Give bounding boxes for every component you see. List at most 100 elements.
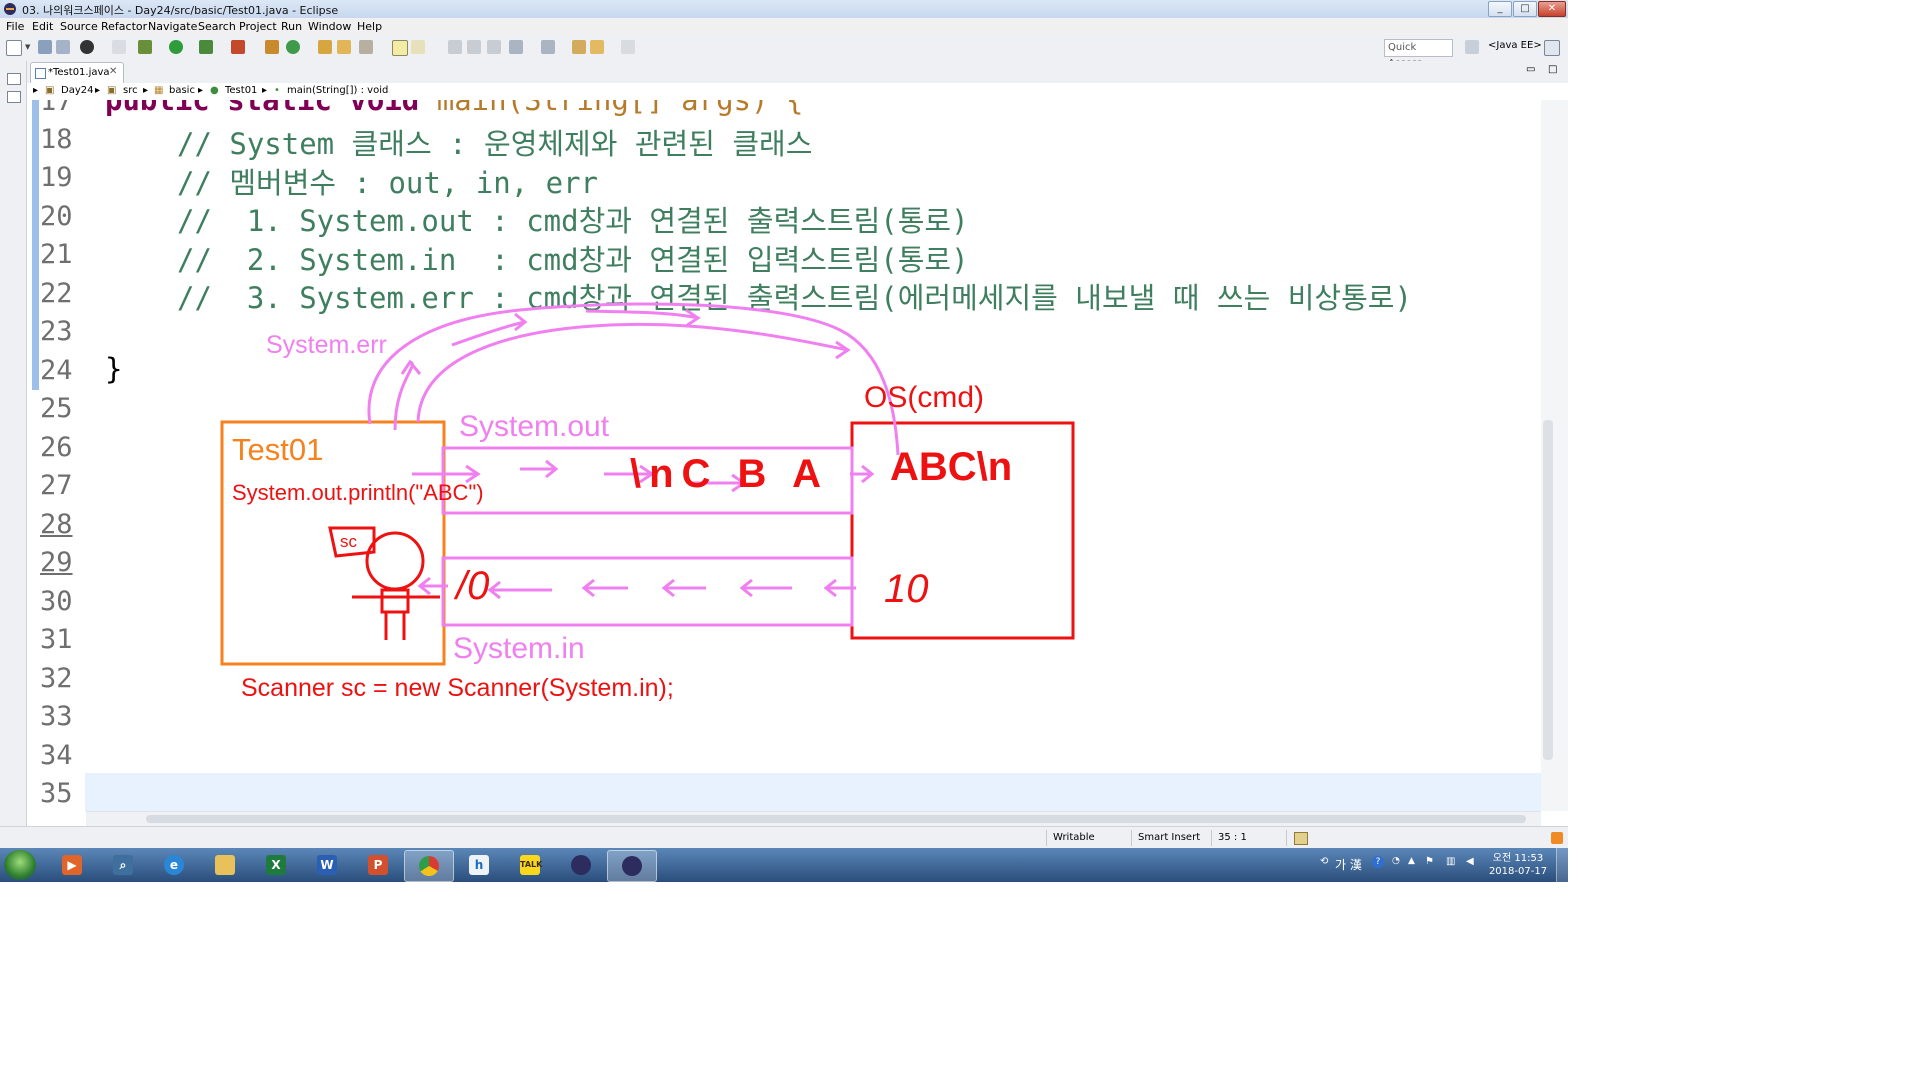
line-number: 20 xyxy=(40,201,73,232)
breadcrumb-main-method[interactable]: main(String[]) : void xyxy=(287,85,388,96)
help-icon[interactable]: ? xyxy=(1372,856,1384,868)
status-insert-mode[interactable]: Smart Insert xyxy=(1138,832,1200,843)
network-icon[interactable]: ▥ xyxy=(1446,856,1455,867)
horizontal-scrollbar[interactable] xyxy=(86,811,1541,826)
clock[interactable]: 오전 11:53 2018-07-17 xyxy=(1486,852,1550,878)
new-package-icon[interactable] xyxy=(265,40,279,54)
class-icon: ● xyxy=(210,85,219,96)
open-type-icon[interactable] xyxy=(318,40,332,54)
magnifier-app[interactable]: ⌕ xyxy=(99,850,147,880)
menu-source[interactable]: Source xyxy=(60,20,98,33)
chrome-app[interactable] xyxy=(404,850,454,882)
dropdown-arrow-icon[interactable]: ▼ xyxy=(25,43,30,51)
eclipse-app-2[interactable] xyxy=(607,850,657,882)
eclipse-icon xyxy=(4,3,16,15)
close-button[interactable]: ✕ xyxy=(1538,1,1566,17)
minimize-editor-icon[interactable]: ▭ xyxy=(1526,64,1535,75)
perspective-java-ee[interactable]: <Java EE> xyxy=(1488,40,1542,51)
line-number: 31 xyxy=(40,624,73,655)
internet-explorer-app[interactable]: e xyxy=(150,850,198,880)
close-tab-icon[interactable]: ✕ xyxy=(109,66,117,77)
code-line-19: // 멤버변수 : out, in, err xyxy=(177,166,598,200)
breadcrumb-basic[interactable]: basic xyxy=(169,85,195,96)
package-icon: ▦ xyxy=(154,85,164,96)
next-annotation-icon[interactable] xyxy=(509,40,523,54)
search-icon[interactable] xyxy=(359,40,373,54)
menu-search[interactable]: Search xyxy=(198,20,236,33)
save-all-icon[interactable] xyxy=(56,40,70,54)
run-external-icon[interactable] xyxy=(199,40,213,54)
notifications-icon[interactable] xyxy=(1551,832,1563,844)
maximize-editor-icon[interactable]: □ xyxy=(1548,64,1557,75)
tab-test01-java[interactable]: *Test01.java ✕ xyxy=(30,62,124,83)
scroll-thumb[interactable] xyxy=(146,815,1526,823)
maximize-button[interactable]: □ xyxy=(1513,1,1537,17)
left-trim-stack xyxy=(0,61,27,848)
new-icon[interactable] xyxy=(6,40,22,56)
back-icon[interactable] xyxy=(590,40,604,54)
show-hidden-icons[interactable]: ▲ xyxy=(1408,856,1415,866)
server-icon[interactable] xyxy=(80,40,94,54)
start-button[interactable] xyxy=(4,850,36,880)
taskbar: ▶ ⌕ e X W P h TALK ⟲ 가 漢 ? ◔ ▲ ⚑ ▥ ◀ 오전 … xyxy=(0,848,1569,882)
eclipse-app-1[interactable] xyxy=(557,850,605,880)
vertical-scrollbar[interactable] xyxy=(1543,420,1553,760)
menu-bar: File Edit Source Refactor Navigate Searc… xyxy=(0,18,1568,35)
main-toolbar: ▼ Quick Access <Java EE> xyxy=(0,35,1568,69)
pilcrow-icon[interactable] xyxy=(487,40,501,54)
chrome-icon xyxy=(419,856,439,876)
menu-help[interactable]: Help xyxy=(357,20,382,33)
debug-icon[interactable] xyxy=(138,40,152,54)
open-folder-icon[interactable] xyxy=(337,40,351,54)
prev-annotation-icon[interactable] xyxy=(541,40,555,54)
flag-icon[interactable]: ⚑ xyxy=(1425,856,1434,867)
menu-refactor[interactable]: Refactor xyxy=(101,20,147,33)
show-whitespace-icon[interactable] xyxy=(467,40,481,54)
kakaotalk-app[interactable]: TALK xyxy=(506,850,554,880)
menu-window[interactable]: Window xyxy=(308,20,351,33)
line-number: 34 xyxy=(40,740,73,771)
java-perspective-icon[interactable] xyxy=(1544,40,1560,56)
ime-pad-icon[interactable]: ◔ xyxy=(1392,856,1400,866)
save-icon[interactable] xyxy=(38,40,52,54)
menu-run[interactable]: Run xyxy=(281,20,302,33)
minimize-button[interactable]: _ xyxy=(1488,1,1512,17)
tray-network-icon[interactable]: ⟲ xyxy=(1320,856,1328,867)
code-editor[interactable]: 17 18 19 20 21 22 23 24 25 26 27 28 29 3… xyxy=(27,100,1541,811)
hangul-app[interactable]: h xyxy=(455,850,503,880)
ime-indicator[interactable]: 가 漢 xyxy=(1335,856,1362,873)
forward-icon[interactable] xyxy=(621,40,635,54)
media-player-app[interactable]: ▶ xyxy=(48,850,96,880)
mark-occurrences-icon[interactable] xyxy=(392,40,408,56)
menu-file[interactable]: File xyxy=(6,20,24,33)
powerpoint-app[interactable]: P xyxy=(354,850,402,880)
change-ruler xyxy=(32,100,39,390)
menu-edit[interactable]: Edit xyxy=(32,20,53,33)
block-select-icon[interactable] xyxy=(448,40,462,54)
breadcrumb-test01[interactable]: Test01 xyxy=(225,85,257,96)
open-perspective-icon[interactable] xyxy=(1465,40,1479,54)
last-edit-icon[interactable] xyxy=(572,40,586,54)
progress-icon[interactable] xyxy=(1294,832,1308,845)
menu-navigate[interactable]: Navigate xyxy=(148,20,197,33)
breadcrumb-src[interactable]: src xyxy=(123,85,138,96)
new-class-icon[interactable] xyxy=(286,40,300,54)
package-explorer-icon[interactable] xyxy=(7,91,21,103)
menu-project[interactable]: Project xyxy=(239,20,277,33)
volume-icon[interactable]: ◀ xyxy=(1466,856,1474,867)
excel-app[interactable]: X xyxy=(252,850,300,880)
word-app[interactable]: W xyxy=(303,850,351,880)
media-player-icon: ▶ xyxy=(62,855,82,875)
run-icon[interactable] xyxy=(169,40,183,54)
show-desktop-button[interactable] xyxy=(1556,848,1569,882)
word-icon: W xyxy=(317,855,337,875)
restore-view-icon[interactable] xyxy=(7,73,21,85)
quick-access-input[interactable]: Quick Access xyxy=(1384,39,1453,69)
coverage-icon[interactable] xyxy=(231,40,245,54)
word-wrap-icon[interactable] xyxy=(411,40,425,54)
explorer-app[interactable] xyxy=(201,850,249,880)
line-number: 19 xyxy=(40,162,73,193)
status-bar: Writable Smart Insert 35 : 1 xyxy=(0,826,1568,849)
skip-breakpoints-icon[interactable] xyxy=(112,40,126,54)
breadcrumb-day24[interactable]: Day24 xyxy=(61,85,93,96)
